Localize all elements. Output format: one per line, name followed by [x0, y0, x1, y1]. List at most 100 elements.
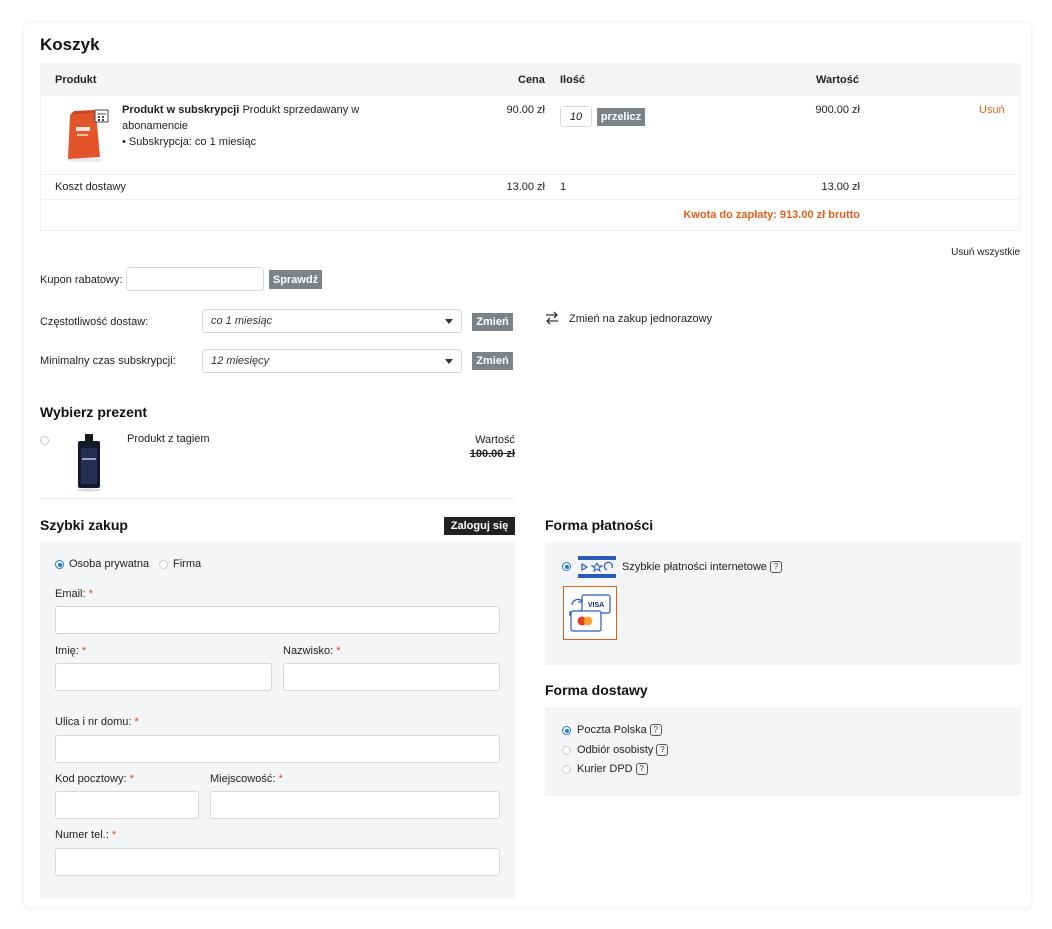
min-subscription-label: Minimalny czas subskrypcji: [40, 355, 176, 367]
login-button[interactable]: Zaloguj się [444, 517, 515, 535]
gift-value-label: Wartość [475, 434, 515, 446]
total-amount: Kwota do zapłaty: 913.00 zł brutto [683, 209, 860, 221]
product-name-bold: Produkt w subskrypcji [122, 104, 240, 116]
help-icon[interactable]: ? [635, 763, 648, 775]
shipping-label: Koszt dostawy [55, 181, 126, 193]
shipping-value: 13.00 zł [821, 181, 860, 193]
perfume-image [72, 434, 106, 495]
delivery-option-label: Poczta Polska [577, 724, 647, 736]
switch-to-one-time-link[interactable]: Zmień na zakup jednorazowy [569, 313, 712, 325]
col-product: Produkt [55, 74, 97, 86]
chevron-down-icon [445, 359, 453, 364]
frequency-value: co 1 miesiąc [211, 315, 273, 327]
last-name-field[interactable] [283, 663, 500, 691]
required-mark: * [134, 716, 139, 728]
zip-field[interactable] [55, 791, 199, 819]
chevron-down-icon [445, 319, 453, 324]
shipping-price: 13.00 zł [506, 181, 545, 193]
city-label: Miejscowość: * [210, 773, 283, 785]
required-mark: * [81, 645, 87, 657]
delivery-option[interactable]: Poczta Polska? [577, 724, 662, 736]
private-person-radio[interactable] [55, 560, 64, 569]
phone-field[interactable] [55, 848, 500, 876]
recalculate-button[interactable]: przelicz [597, 108, 645, 126]
quick-purchase-title: Szybki zakup [40, 517, 128, 533]
first-name-label: Imię: * [55, 645, 86, 657]
delivery-option-radio[interactable] [562, 746, 571, 755]
payment-method-label[interactable]: Szybkie płatności internetowe? [622, 561, 782, 573]
payment-title: Forma płatności [545, 517, 654, 533]
private-person-label[interactable]: Osoba prywatna [69, 558, 149, 570]
change-frequency-button[interactable]: Zmień [472, 313, 513, 331]
city-field[interactable] [210, 791, 500, 819]
product-value: 900.00 zł [815, 104, 860, 116]
coupon-label: Kupon rabatowy: [40, 274, 123, 286]
first-name-label-text: Imię: [55, 645, 79, 657]
quantity-input[interactable]: 10 [560, 106, 592, 127]
product-price: 90.00 zł [506, 104, 545, 116]
min-subscription-select[interactable]: 12 miesięcy [202, 349, 462, 373]
product-image[interactable] [60, 103, 112, 163]
required-mark: * [278, 773, 283, 785]
credit-card-icon: VISA [569, 594, 611, 632]
product-name-line2: abonamencie [122, 120, 189, 132]
gift-radio[interactable] [40, 436, 49, 445]
company-label[interactable]: Firma [173, 558, 201, 570]
phone-label-text: Numer tel.: [55, 829, 109, 841]
payment-method-text: Szybkie płatności internetowe [622, 561, 767, 573]
street-field[interactable] [55, 735, 500, 763]
gift-title: Wybierz prezent [40, 404, 148, 420]
company-radio[interactable] [159, 560, 168, 569]
product-name[interactable]: Produkt w subskrypcji Produkt sprzedawan… [122, 104, 359, 116]
email-label-text: Email: [55, 588, 86, 600]
last-name-label-text: Nazwisko: [283, 645, 334, 657]
page-title: Koszyk [40, 35, 100, 54]
gift-product-name: Produkt z tagiem [127, 433, 210, 445]
remove-all-link[interactable]: Usuń wszystkie [900, 247, 1020, 258]
required-mark: * [129, 773, 134, 785]
delivery-option-radio[interactable] [562, 726, 571, 735]
gift-divider [40, 498, 515, 499]
street-label: Ulica i nr domu: * [55, 716, 139, 728]
email-label: Email: * [55, 588, 93, 600]
check-coupon-button[interactable]: Sprawdź [269, 270, 322, 289]
required-mark: * [111, 829, 117, 841]
payment-method-radio[interactable] [562, 562, 571, 571]
col-qty: Ilość [560, 74, 586, 86]
min-subscription-value: 12 miesięcy [211, 355, 270, 367]
remove-item-link[interactable]: Usuń [979, 104, 1005, 116]
city-label-text: Miejscowość: [210, 773, 276, 785]
change-min-subscription-button[interactable]: Zmień [472, 352, 513, 370]
row-divider [40, 199, 1021, 200]
help-icon[interactable]: ? [769, 561, 782, 573]
frequency-select[interactable]: co 1 miesiąc [202, 309, 462, 333]
product-name-rest: Produkt sprzedawany w [242, 104, 360, 116]
card-payment-option[interactable]: VISA [563, 586, 617, 640]
switch-arrows-icon [544, 311, 560, 328]
last-name-label: Nazwisko: * [283, 645, 340, 657]
delivery-option[interactable]: Odbiór osobisty? [577, 744, 669, 756]
delivery-option-label: Kurier DPD [577, 763, 633, 775]
zip-label: Kod pocztowy: * [55, 773, 134, 785]
payment-provider-logo [578, 556, 616, 581]
perfume-bottle-icon [77, 434, 101, 492]
visa-text: VISA [588, 602, 604, 609]
shipping-qty: 1 [560, 181, 567, 193]
street-label-text: Ulica i nr domu: [55, 716, 132, 728]
delivery-title: Forma dostawy [545, 682, 648, 698]
gift-value: 100.00 zł [469, 448, 515, 460]
coffee-bag-icon [66, 109, 109, 162]
delivery-option-radio[interactable] [562, 765, 571, 774]
help-icon[interactable]: ? [656, 744, 669, 756]
delivery-option[interactable]: Kurier DPD? [577, 763, 648, 775]
cart-table [40, 96, 1021, 231]
zip-label-text: Kod pocztowy: [55, 773, 127, 785]
delivery-option-label: Odbiór osobisty [577, 744, 654, 756]
bank-logo-icon [578, 556, 616, 578]
col-value: Wartość [816, 74, 859, 86]
help-icon[interactable]: ? [649, 724, 662, 736]
email-field[interactable] [55, 606, 500, 634]
coupon-input[interactable] [126, 267, 264, 291]
first-name-field[interactable] [55, 663, 272, 691]
row-divider [40, 174, 1021, 175]
